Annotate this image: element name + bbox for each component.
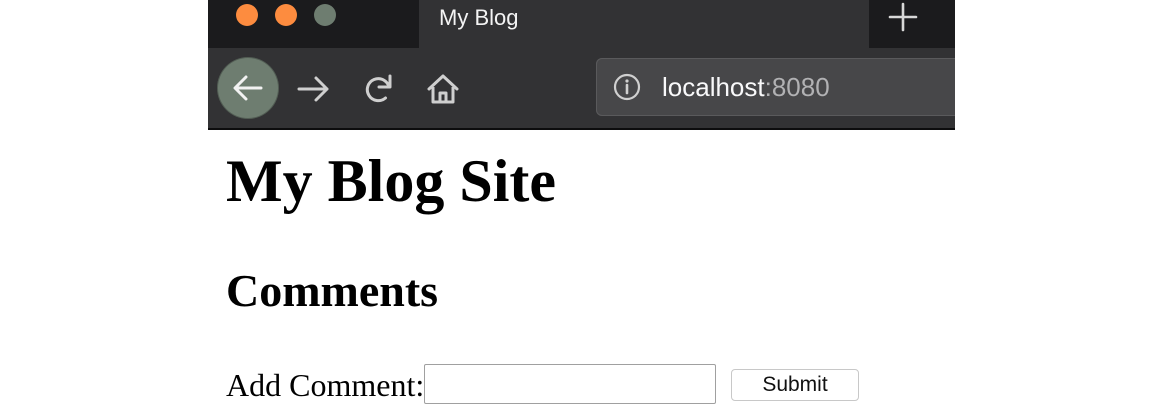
- url-host: localhost: [662, 72, 765, 102]
- home-button[interactable]: [425, 71, 461, 107]
- maximize-window-dot[interactable]: [314, 4, 336, 26]
- url-text: localhost:8080: [662, 58, 830, 116]
- arrow-right-icon: [297, 76, 329, 102]
- reload-button[interactable]: [361, 71, 397, 107]
- submit-button[interactable]: Submit: [731, 369, 859, 401]
- comment-label: Add Comment:: [226, 367, 425, 403]
- comments-heading: Comments: [226, 265, 439, 316]
- plus-icon[interactable]: [888, 2, 918, 32]
- close-window-dot[interactable]: [236, 4, 258, 26]
- page-title: My Blog Site: [226, 148, 556, 214]
- address-bar[interactable]: localhost:8080: [596, 58, 955, 116]
- info-icon[interactable]: [613, 73, 641, 101]
- back-button[interactable]: [217, 57, 279, 119]
- url-port: :8080: [764, 72, 830, 102]
- browser-window: My Blog localhost:8080 My Blog Site Comm…: [208, 0, 955, 412]
- comment-input[interactable]: [424, 364, 716, 404]
- navigation-toolbar: localhost:8080: [208, 48, 955, 130]
- forward-button[interactable]: [296, 71, 332, 107]
- tab-strip: My Blog: [208, 0, 955, 48]
- reload-icon: [365, 74, 392, 103]
- arrow-left-icon: [233, 75, 263, 101]
- minimize-window-dot[interactable]: [275, 4, 297, 26]
- tab-title: My Blog: [439, 5, 519, 30]
- tab-my-blog[interactable]: My Blog: [419, 0, 869, 48]
- home-icon: [427, 74, 459, 104]
